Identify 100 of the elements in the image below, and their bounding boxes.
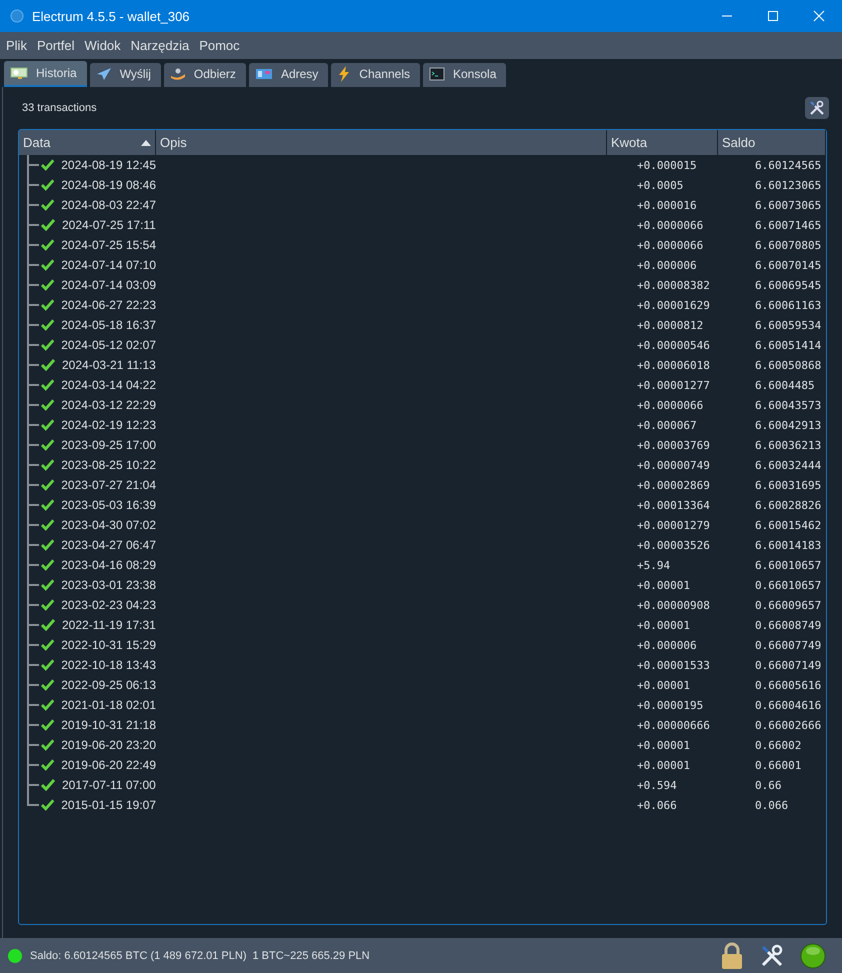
check-icon xyxy=(41,359,55,371)
check-icon xyxy=(41,479,54,491)
check-icon xyxy=(41,179,54,191)
date-cell: 2021-01-18 02:01 xyxy=(61,698,156,712)
balance-cell: 6.60015462 xyxy=(755,518,822,532)
date-cell: 2019-10-31 21:18 xyxy=(61,718,156,732)
column-header[interactable]: Data xyxy=(19,130,156,155)
check-icon xyxy=(41,339,54,351)
tree-branch xyxy=(27,575,39,595)
transaction-count: 33 transactions xyxy=(22,102,97,114)
padlock-icon[interactable] xyxy=(720,942,744,970)
tree-branch xyxy=(27,735,39,755)
date-cell: 2022-11-19 17:31 xyxy=(62,618,156,632)
balance-cell: 0.66009657 xyxy=(755,598,822,612)
balance-cell: 6.60069545 xyxy=(755,278,822,292)
check-icon xyxy=(41,439,54,451)
address-book-icon xyxy=(254,67,273,81)
amount-cell: +0.000067 xyxy=(637,418,697,432)
menu-item[interactable]: Widok xyxy=(82,38,123,53)
menu-item[interactable]: Portfel xyxy=(34,38,77,53)
check-icon xyxy=(41,219,55,231)
check-icon xyxy=(41,599,54,611)
tree-branch xyxy=(27,435,39,455)
date-cell: 2019-06-20 22:49 xyxy=(61,758,156,772)
menu-item[interactable]: Pomoc xyxy=(197,38,242,53)
check-icon xyxy=(41,499,54,511)
amount-cell: +0.00001277 xyxy=(637,378,710,392)
balance-cell: 0.66008749 xyxy=(755,618,822,632)
balance-cell: 6.60050868 xyxy=(755,358,822,372)
tab[interactable]: Channels xyxy=(331,63,420,87)
tree-branch xyxy=(27,455,39,475)
terminal-icon xyxy=(429,67,445,81)
tree-branch xyxy=(27,295,39,315)
date-cell: 2017-07-11 07:00 xyxy=(62,778,156,792)
status-light-icon xyxy=(800,942,826,968)
date-cell: 2023-03-01 23:38 xyxy=(61,578,156,592)
column-header[interactable]: Kwota xyxy=(607,130,718,155)
maximize-icon[interactable] xyxy=(767,10,779,22)
tab[interactable]: Odbierz xyxy=(164,63,246,87)
tree-branch xyxy=(27,375,39,395)
check-icon xyxy=(41,399,54,411)
check-icon xyxy=(41,259,54,271)
balance-cell: 0.66010657 xyxy=(755,578,822,592)
date-cell: 2024-08-19 12:45 xyxy=(61,158,156,172)
check-icon xyxy=(41,759,54,771)
tree-branch xyxy=(27,535,39,555)
tree-branch xyxy=(27,335,39,355)
tree-branch xyxy=(27,155,39,175)
amount-cell: +0.000006 xyxy=(637,638,697,652)
check-icon xyxy=(41,739,54,751)
amount-cell: +0.00002869 xyxy=(637,478,710,492)
balance-cell: 0.66001 xyxy=(755,758,802,772)
menu-item[interactable]: Narzędzia xyxy=(128,38,192,53)
amount-cell: +0.00003769 xyxy=(637,438,710,452)
date-cell: 2024-07-14 03:09 xyxy=(61,278,156,292)
balance-cell: 6.60073065 xyxy=(755,198,822,212)
date-cell: 2024-03-14 04:22 xyxy=(61,378,156,392)
check-icon xyxy=(41,519,54,531)
amount-cell: +5.94 xyxy=(637,558,670,572)
date-cell: 2023-05-03 16:39 xyxy=(61,498,156,512)
tools-button[interactable] xyxy=(805,97,829,119)
amount-cell: +0.0000066 xyxy=(637,238,704,252)
balance-cell: 6.60042913 xyxy=(755,418,822,432)
balance-cell: 6.60123065 xyxy=(755,178,822,192)
tab[interactable]: Historia xyxy=(4,61,87,87)
tools-icon[interactable] xyxy=(760,944,784,968)
date-cell: 2023-09-25 17:00 xyxy=(61,438,156,452)
amount-cell: +0.00001 xyxy=(637,758,690,772)
column-header[interactable]: Opis xyxy=(156,130,607,155)
check-icon xyxy=(41,559,54,571)
balance-cell: 6.60028826 xyxy=(755,498,822,512)
tab[interactable]: Adresy xyxy=(248,63,328,87)
tree-branch xyxy=(27,475,39,495)
amount-cell: +0.00000666 xyxy=(637,718,710,732)
tab[interactable]: Konsola xyxy=(423,63,506,87)
balance-cell: 6.60059534 xyxy=(755,318,822,332)
date-cell: 2024-07-14 07:10 xyxy=(61,258,156,272)
amount-cell: +0.00000546 xyxy=(637,338,710,352)
amount-cell: +0.0000195 xyxy=(637,698,704,712)
tree-branch xyxy=(27,555,39,575)
tree-branch xyxy=(27,695,39,715)
balance-text: Saldo: 6.60124565 BTC (1 489 672.01 PLN) xyxy=(30,950,246,962)
check-icon xyxy=(41,539,54,551)
date-cell: 2024-08-03 22:47 xyxy=(61,198,156,212)
balance-cell: 6.60036213 xyxy=(755,438,822,452)
amount-cell: +0.000006 xyxy=(637,258,697,272)
check-icon xyxy=(41,239,54,251)
tree-branch xyxy=(27,615,39,635)
amount-cell: +0.0000066 xyxy=(637,398,704,412)
close-icon[interactable] xyxy=(813,10,825,22)
balance-cell: 0.66002 xyxy=(755,738,802,752)
balance-cell: 0.66 xyxy=(755,778,782,792)
check-icon xyxy=(41,199,54,211)
column-header[interactable]: Saldo xyxy=(718,130,826,155)
tree-branch xyxy=(27,675,39,695)
check-icon xyxy=(41,719,54,731)
balance-cell: 0.66005616 xyxy=(755,678,822,692)
menu-item[interactable]: Plik xyxy=(4,38,29,53)
tab[interactable]: Wyślij xyxy=(90,63,161,87)
check-icon xyxy=(41,779,55,791)
